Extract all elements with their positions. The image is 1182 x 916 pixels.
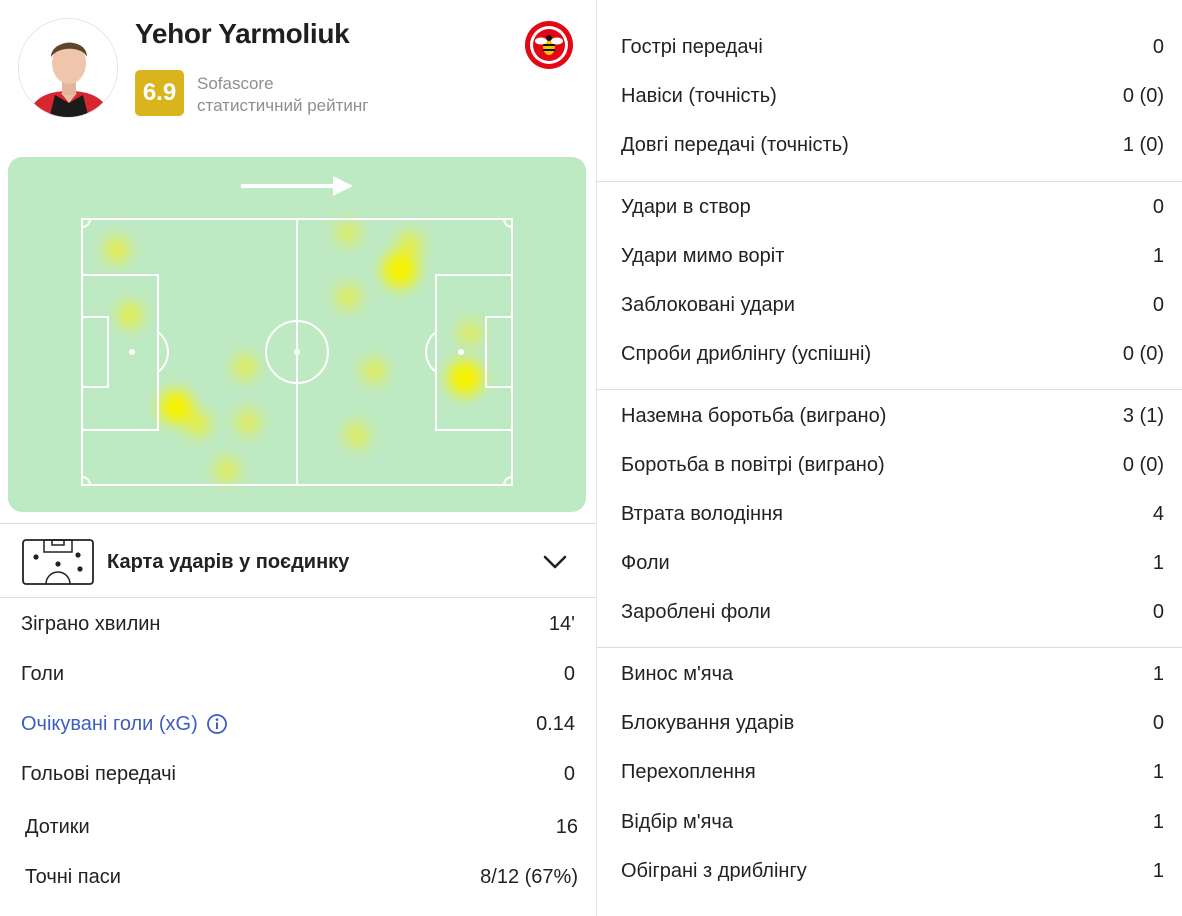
stat-label: Обіграні з дриблінгу: [621, 859, 807, 882]
stat-label: Довгі передачі (точність): [621, 133, 849, 156]
stat-label: Перехоплення: [621, 760, 756, 783]
stat-value: 1: [1152, 244, 1164, 267]
stat-value: 0: [563, 762, 575, 785]
stat-value: 0 (0): [1122, 342, 1164, 365]
divider: [0, 597, 596, 598]
stat-label: Голи: [21, 662, 65, 685]
player-avatar[interactable]: [18, 18, 118, 118]
stat-row: Довгі передачі (точність) 1 (0): [621, 125, 1164, 165]
stat-value: 0: [1152, 35, 1164, 58]
stat-row: Навіси (точність) 0 (0): [621, 76, 1164, 116]
panel-divider: [596, 0, 597, 916]
stat-row-accurate-passes: Точні паси 8/12 (67%): [25, 857, 578, 897]
stat-value: 0: [1152, 600, 1164, 623]
stat-row-minutes: Зіграно хвилин 14': [21, 604, 575, 644]
stat-value: 0.14: [536, 712, 575, 735]
stat-row-assists: Гольові передачі 0: [21, 754, 575, 794]
stat-label: Зіграно хвилин: [21, 612, 161, 635]
stat-label: Спроби дриблінгу (успішні): [621, 342, 872, 365]
stat-row: Блокування ударів 0: [621, 703, 1164, 743]
stat-row: Обіграні з дриблінгу 1: [621, 851, 1164, 891]
divider: [597, 389, 1182, 390]
stat-value: 0: [1152, 195, 1164, 218]
stat-row: Зароблені фоли 0: [621, 592, 1164, 632]
stat-row: Гострі передачі 0: [621, 27, 1164, 67]
stat-label: Заблоковані удари: [621, 293, 795, 316]
stat-row-goals: Голи 0: [21, 654, 575, 694]
stat-row: Спроби дриблінгу (успішні) 0 (0): [621, 334, 1164, 374]
stat-label: Дотики: [25, 815, 90, 838]
stat-value: 14': [548, 612, 575, 635]
stat-row: Удари мимо воріт 1: [621, 236, 1164, 276]
stat-label: Гольові передачі: [21, 762, 176, 785]
stat-label: Гострі передачі: [621, 35, 763, 58]
divider: [597, 647, 1182, 648]
stat-value: 16: [555, 815, 578, 838]
stat-value: 4: [1152, 502, 1164, 525]
stat-row: Відбір м'яча 1: [621, 802, 1164, 842]
heatmap: [8, 157, 586, 512]
stat-value: 0 (0): [1122, 453, 1164, 476]
stat-label: Винос м'яча: [621, 662, 734, 685]
stat-label: Удари в створ: [621, 195, 751, 218]
stat-value: 3 (1): [1122, 404, 1164, 427]
stat-row: Заблоковані удари 0: [621, 285, 1164, 325]
heatmap-pitch: [81, 176, 513, 486]
stat-label: Наземна боротьба (виграно): [621, 404, 887, 427]
stat-value: 1 (0): [1122, 133, 1164, 156]
stat-label: Фоли: [621, 551, 670, 574]
stat-value: 0: [563, 662, 575, 685]
stat-row: Удари в створ 0: [621, 187, 1164, 227]
shotmap-toggle[interactable]: Карта ударів у поєдинку: [0, 527, 596, 597]
shotmap-label: Карта ударів у поєдинку: [107, 551, 350, 573]
stat-value: 0: [1152, 711, 1164, 734]
stat-row-xg[interactable]: Очікувані голи (xG) 0.14: [21, 704, 575, 744]
stat-row-touches: Дотики 16: [25, 807, 578, 847]
stat-value: 1: [1152, 662, 1164, 685]
club-logo[interactable]: [524, 20, 574, 70]
stat-row: Наземна боротьба (виграно) 3 (1): [621, 396, 1164, 436]
stat-row: Боротьба в повітрі (виграно) 0 (0): [621, 445, 1164, 485]
xg-link[interactable]: Очікувані голи (xG): [21, 713, 198, 736]
divider: [597, 181, 1182, 182]
stat-row: Втрата володіння 4: [621, 494, 1164, 534]
stat-value: 1: [1152, 810, 1164, 833]
chevron-down-icon[interactable]: [542, 549, 568, 575]
stat-label: Зароблені фоли: [621, 600, 771, 623]
stat-value: 1: [1152, 551, 1164, 574]
player-name: Yehor Yarmoliuk: [135, 18, 350, 49]
stat-value: 0: [1152, 293, 1164, 316]
stat-row: Винос м'яча 1: [621, 654, 1164, 694]
arrow-right-icon: [241, 176, 353, 196]
stat-value: 0 (0): [1122, 84, 1164, 107]
stat-value: 1: [1152, 760, 1164, 783]
stat-label: Боротьба в повітрі (виграно): [621, 453, 885, 476]
stat-label: Втрата володіння: [621, 502, 783, 525]
info-icon[interactable]: [206, 713, 228, 735]
pitch-shot-icon: [22, 539, 94, 585]
stat-value: 1: [1152, 859, 1164, 882]
stat-row: Перехоплення 1: [621, 752, 1164, 792]
stat-label: Точні паси: [25, 865, 121, 888]
stat-label: Блокування ударів: [621, 711, 795, 734]
stat-label: Удари мимо воріт: [621, 244, 785, 267]
player-summary-panel: Yehor Yarmoliuk 6.9 Sofascore статистичн…: [0, 0, 596, 916]
divider: [0, 523, 596, 524]
stat-value: 8/12 (67%): [480, 865, 578, 888]
stat-label: Навіси (точність): [621, 84, 777, 107]
club-crest-icon: [525, 21, 573, 69]
rating-source: Sofascore: [197, 74, 274, 93]
rating-badge[interactable]: 6.9: [135, 70, 184, 116]
player-photo-icon: [19, 19, 117, 117]
stat-label: Відбір м'яча: [621, 810, 733, 833]
player-stats-screen: Yehor Yarmoliuk 6.9 Sofascore статистичн…: [0, 0, 1182, 916]
stat-row: Фоли 1: [621, 543, 1164, 583]
rating-label: статистичний рейтинг: [197, 96, 369, 115]
